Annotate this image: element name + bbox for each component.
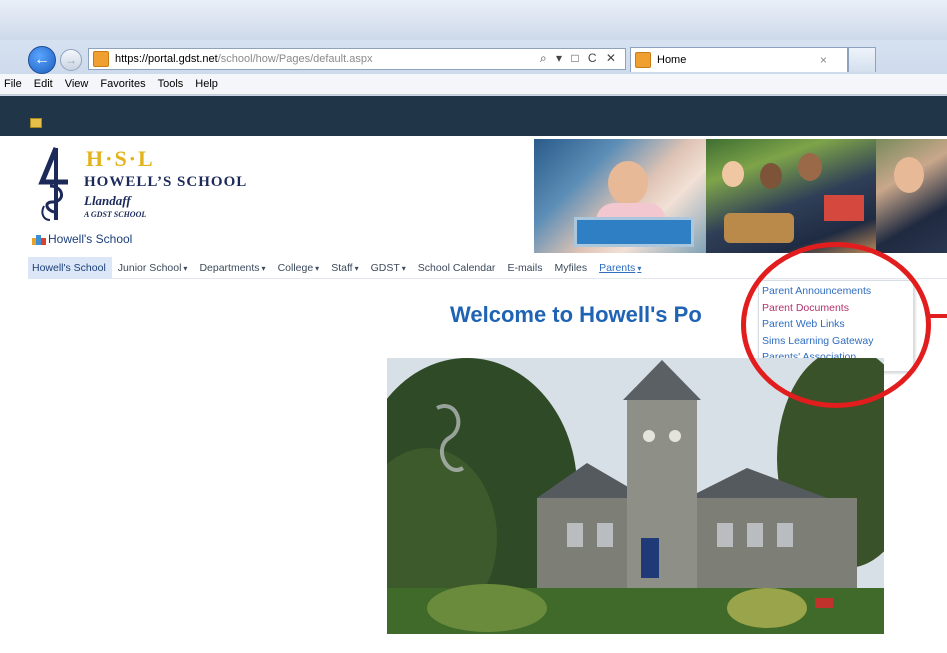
- nav-label: School Calendar: [417, 261, 496, 274]
- back-button[interactable]: ←: [28, 46, 56, 74]
- nav-label: Howell's School: [32, 261, 106, 274]
- menu-bar: File Edit View Favorites Tools Help: [0, 74, 947, 95]
- logo-letters: H·S·L: [86, 146, 155, 171]
- nav-label: Parents: [599, 261, 636, 274]
- site-title: Howell's School: [48, 232, 133, 246]
- menu-edit[interactable]: Edit: [34, 78, 53, 90]
- chevron-down-icon: ▾: [183, 263, 188, 273]
- nav-school-calendar[interactable]: School Calendar: [412, 257, 502, 279]
- nav-gdst[interactable]: GDST ▾: [365, 257, 412, 279]
- menu-favorites[interactable]: Favorites: [100, 78, 145, 90]
- nav-label: Departments: [199, 261, 260, 274]
- school-logo[interactable]: H·S·L HOWELL’S SCHOOL Llandaff A GDST SC…: [38, 146, 258, 226]
- arrow-left-icon: ←: [34, 51, 50, 68]
- nav-college[interactable]: College ▾: [272, 257, 326, 279]
- title-bar: [0, 0, 947, 40]
- new-tab-button[interactable]: [848, 47, 876, 72]
- close-tab-icon[interactable]: ×: [820, 53, 827, 67]
- chevron-down-icon: ▾: [401, 263, 406, 273]
- site-favicon-icon: [93, 51, 109, 67]
- nav-howells-school[interactable]: Howell's School: [28, 256, 112, 279]
- chevron-down-icon: ▾: [261, 263, 266, 273]
- nav-label: Junior School: [117, 261, 182, 274]
- nav-staff[interactable]: Staff ▾: [325, 257, 364, 279]
- menu-file[interactable]: File: [4, 78, 22, 90]
- sharepoint-ribbon: [0, 96, 947, 136]
- photo-pupils-group: [706, 139, 876, 253]
- photo-pupil-smiling: [876, 139, 947, 253]
- header-photo-banner: [534, 139, 947, 253]
- nav-junior-school[interactable]: Junior School ▾: [112, 257, 194, 279]
- nav-label: GDST: [370, 261, 400, 274]
- highlight-pointer: [930, 314, 947, 318]
- tab-home[interactable]: Home ×: [630, 47, 848, 72]
- address-bar-icons[interactable]: ⌕ ▾ □ C ✕: [540, 51, 619, 66]
- nav-label: Myfiles: [554, 261, 588, 274]
- sharepoint-site-icon: [32, 233, 46, 245]
- highlight-circle: [741, 242, 931, 408]
- nav-label: E-mails: [507, 261, 543, 274]
- tab-favicon-icon: [635, 52, 651, 68]
- url-host: https://portal.gdst.net: [115, 53, 218, 65]
- school-name: HOWELL’S SCHOOL: [84, 174, 248, 190]
- chevron-down-icon: ▾: [315, 263, 320, 273]
- school-tagline: A GDST SCHOOL: [84, 210, 147, 219]
- page-title: Welcome to Howell's Po: [450, 302, 702, 327]
- tab-title: Home: [657, 54, 687, 66]
- browser-chrome: ← → https://portal.gdst.net/school/how/P…: [0, 0, 947, 96]
- school-town: Llandaff: [84, 193, 131, 208]
- nav-myfiles[interactable]: Myfiles: [548, 257, 593, 279]
- forward-button[interactable]: →: [60, 49, 82, 71]
- chevron-down-icon: ▾: [354, 263, 359, 273]
- photo-child-drawing: [534, 139, 706, 253]
- chevron-down-icon: ▾: [637, 263, 642, 273]
- site-actions-icon[interactable]: [30, 118, 42, 128]
- nav-departments[interactable]: Departments ▾: [193, 257, 271, 279]
- arrow-right-icon: →: [65, 53, 77, 67]
- nav-emails[interactable]: E-mails: [501, 257, 548, 279]
- menu-view[interactable]: View: [65, 78, 89, 90]
- menu-tools[interactable]: Tools: [158, 78, 184, 90]
- school-crest-icon: [38, 147, 68, 221]
- address-bar[interactable]: https://portal.gdst.net/school/how/Pages…: [88, 48, 626, 70]
- site-title-link[interactable]: Howell's School: [32, 232, 132, 246]
- nav-label: Staff: [331, 261, 353, 274]
- nav-label: College: [277, 261, 314, 274]
- url-path: /school/how/Pages/default.aspx: [217, 53, 373, 65]
- nav-parents[interactable]: Parents ▾: [593, 257, 647, 279]
- menu-help[interactable]: Help: [195, 78, 218, 90]
